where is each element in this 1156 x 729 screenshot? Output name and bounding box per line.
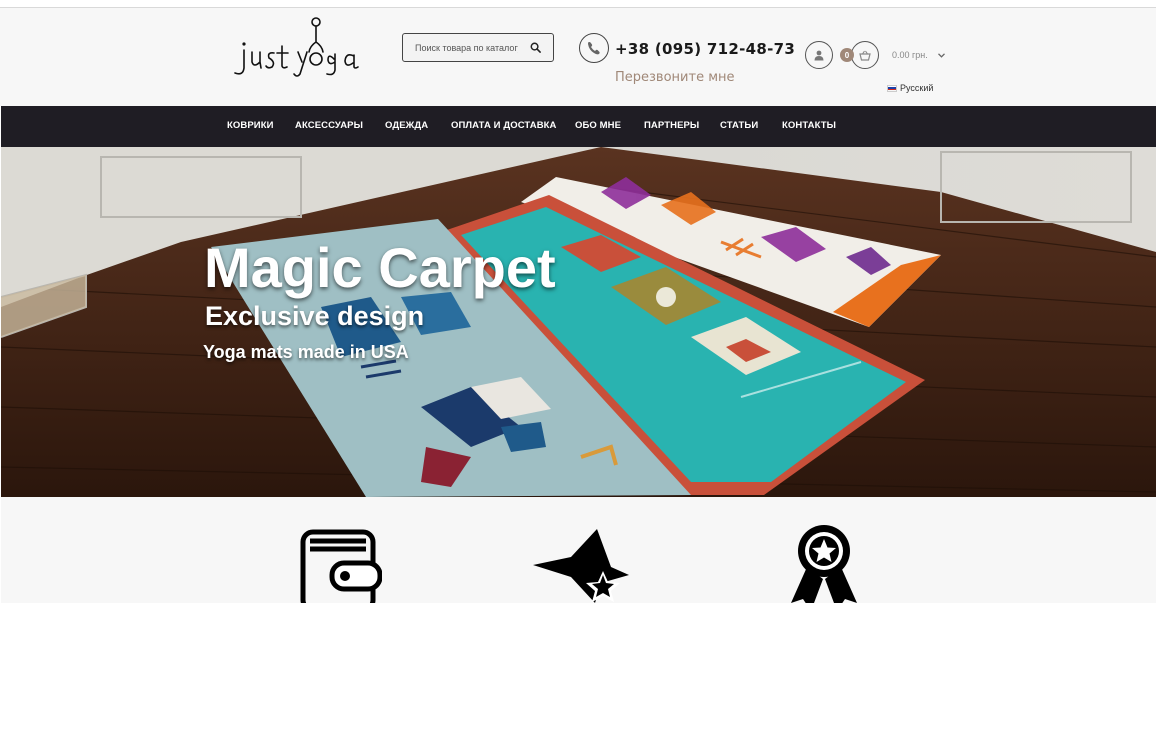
- award-ribbon-icon: [791, 525, 857, 603]
- search-button[interactable]: [518, 34, 552, 61]
- cart-count-badge: 0: [840, 48, 854, 62]
- site-header: +38 (095) 712-48-73 Перезвоните мне 0 0.…: [0, 8, 1156, 106]
- phone-button[interactable]: [579, 33, 609, 63]
- user-icon: [814, 50, 824, 60]
- callback-link[interactable]: Перезвоните мне: [615, 70, 735, 85]
- nav-item-articles[interactable]: СТАТЬИ: [720, 120, 758, 131]
- main-nav: КОВРИКИ АКСЕССУАРЫ ОДЕЖДА ОПЛАТА И ДОСТА…: [1, 106, 1156, 147]
- star-swoosh-icon: [533, 529, 629, 603]
- search-icon: [530, 42, 541, 53]
- nav-item-contacts[interactable]: КОНТАКТЫ: [782, 120, 836, 131]
- chevron-down-icon: [938, 50, 946, 60]
- language-selector[interactable]: Русский: [887, 83, 933, 93]
- cart-total[interactable]: 0.00 грн.: [892, 50, 946, 60]
- nav-item-about[interactable]: ОБО МНЕ: [575, 120, 621, 131]
- nav-item-mats[interactable]: КОВРИКИ: [227, 120, 274, 131]
- search-input[interactable]: [403, 34, 518, 61]
- search-box: [402, 33, 554, 62]
- hero-image: [1, 147, 1156, 497]
- nav-item-accessories[interactable]: АКСЕССУАРЫ: [295, 120, 363, 131]
- account-button[interactable]: [805, 41, 833, 69]
- russian-flag-icon: [887, 84, 897, 92]
- basket-icon: [859, 50, 871, 61]
- nav-item-payment-delivery[interactable]: ОПЛАТА И ДОСТАВКА: [451, 120, 557, 131]
- features-strip: [1, 497, 1156, 603]
- cart-total-value: 0.00 грн.: [892, 50, 928, 60]
- wallet-icon: [300, 529, 382, 603]
- hero-tagline: Yoga mats made in USA: [203, 342, 409, 362]
- nav-item-partners[interactable]: ПАРТНЕРЫ: [644, 120, 699, 131]
- phone-number[interactable]: +38 (095) 712-48-73: [615, 40, 795, 58]
- language-label: Русский: [900, 83, 934, 93]
- hero-banner[interactable]: Magic Carpet Exclusive design Yoga mats …: [1, 147, 1156, 497]
- just-yoga-logo-icon: [234, 17, 359, 77]
- phone-icon: [588, 41, 600, 55]
- site-logo[interactable]: [230, 10, 370, 80]
- hero-subtitle: Exclusive design: [205, 301, 425, 331]
- nav-item-clothing[interactable]: ОДЕЖДА: [385, 120, 428, 131]
- cart-button[interactable]: [851, 41, 879, 69]
- hero-title: Magic Carpet: [204, 236, 556, 299]
